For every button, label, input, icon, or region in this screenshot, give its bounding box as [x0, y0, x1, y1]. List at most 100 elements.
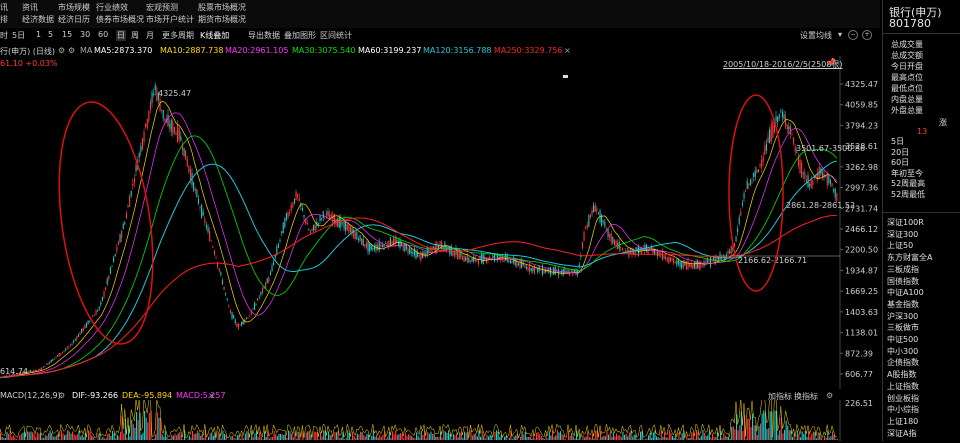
tb-30min[interactable]: 30: [80, 30, 90, 39]
macd-bar: [746, 439, 747, 440]
index-item[interactable]: 三板做市: [887, 322, 919, 333]
candle-body: [88, 321, 89, 325]
menu-item-market-scale[interactable]: 市场规模: [58, 2, 90, 14]
index-item[interactable]: 中小综指: [887, 404, 919, 415]
index-item[interactable]: 上证50: [887, 240, 913, 251]
macd-chart-svg[interactable]: 226.51: [0, 400, 880, 441]
candle-body: [105, 288, 106, 290]
macd-bar: [437, 437, 438, 440]
index-item[interactable]: 深证300: [887, 229, 918, 240]
tb-more-periods[interactable]: 更多周期: [162, 30, 194, 41]
menu-col-macro[interactable]: 宏观预测 市场开户统计: [146, 2, 194, 26]
candle-body: [67, 347, 68, 348]
gear-icon[interactable]: ⚙: [58, 391, 65, 400]
menu-item-stock-market[interactable]: 股票市场概况: [198, 2, 246, 14]
candle-body: [433, 247, 434, 249]
index-item[interactable]: 上证指数: [887, 381, 919, 392]
menu-item-industry-performance[interactable]: 行业绩效: [96, 2, 144, 14]
candlestick-chart[interactable]: 4325.474059.853794.233528.613262.982997.…: [0, 56, 880, 389]
candle-body: [766, 144, 767, 151]
menu-item-futures-market[interactable]: 期货市场概况: [198, 14, 246, 26]
macd-bar: [208, 437, 209, 440]
tb-export[interactable]: 导出数据: [248, 30, 280, 41]
index-item[interactable]: 中小300: [887, 346, 918, 357]
macd-bar: [157, 413, 158, 440]
macd-bar: [261, 437, 262, 440]
candle-body: [508, 261, 509, 262]
candle-body: [811, 179, 812, 187]
close-icon[interactable]: ×: [564, 46, 571, 55]
tb-15min[interactable]: 15: [62, 30, 72, 39]
tb-time[interactable]: 时: [0, 30, 8, 41]
candle-body: [248, 318, 249, 319]
macd-bar: [354, 436, 355, 440]
tb-month[interactable]: 月: [146, 30, 154, 41]
index-item[interactable]: A股指数: [887, 369, 916, 380]
candle-body: [209, 231, 210, 241]
ma-legend: 行(申万) (日线) ⚙ ⚙ MA MA5:2873.370 MA10:2887…: [0, 44, 880, 56]
menu-col-news[interactable]: 资讯 经济数据: [22, 2, 54, 26]
menu-item-bond-market[interactable]: 债券市场概况: [96, 14, 144, 26]
tb-1min[interactable]: 1: [36, 30, 41, 39]
candle-body: [772, 121, 773, 137]
index-item[interactable]: 三板成指: [887, 264, 919, 275]
menu-col-industry[interactable]: 行业绩效 债券市场概况: [96, 2, 144, 26]
candle-body: [611, 234, 612, 242]
candle-body: [260, 292, 261, 295]
pin-icon[interactable]: 📌: [826, 58, 836, 67]
settings-icon[interactable]: ⚙: [826, 391, 833, 400]
tb-overlay-shape[interactable]: 叠加图形: [284, 30, 316, 41]
candle-body: [664, 255, 665, 258]
macd-bar: [749, 419, 750, 440]
chevron-down-icon[interactable]: ▾: [838, 30, 842, 39]
tb-settings-ma[interactable]: 设置均线: [800, 30, 832, 41]
index-item[interactable]: 国债指数: [887, 276, 919, 287]
index-item[interactable]: 创业板指: [887, 393, 919, 404]
index-item[interactable]: 企债指数: [887, 357, 919, 368]
settings-icon[interactable]: ⚙: [68, 46, 75, 55]
index-item[interactable]: 东方财富全A: [887, 252, 932, 263]
menu-partial[interactable]: 讯 排: [0, 2, 8, 26]
index-item[interactable]: 中证500: [887, 334, 918, 345]
menu-item-economic-calendar[interactable]: 经济日历: [58, 14, 90, 26]
candle-body: [214, 250, 215, 254]
plus-icon[interactable]: +: [862, 30, 872, 40]
menu-col-overview[interactable]: 股票市场概况 期货市场概况: [198, 2, 246, 26]
tb-5min[interactable]: 5: [48, 30, 53, 39]
index-item[interactable]: 深证100R: [887, 217, 924, 228]
menu-item-economic-data[interactable]: 经济数据: [22, 14, 54, 26]
index-item[interactable]: 上证180: [887, 416, 918, 427]
stat-label: 总成交量: [891, 40, 923, 50]
index-item[interactable]: 基金指数: [887, 299, 919, 310]
menu-item-account-stats[interactable]: 市场开户统计: [146, 14, 194, 26]
macd-chart[interactable]: 226.51: [0, 400, 880, 441]
candle-body: [780, 111, 781, 112]
index-item[interactable]: 深证A指: [887, 428, 916, 439]
tb-60min[interactable]: 60: [98, 30, 108, 39]
index-item[interactable]: 沪深300: [887, 311, 918, 322]
candle-body: [558, 269, 559, 275]
macd-bar: [456, 434, 457, 440]
y-tick-label: 4325.47: [845, 80, 878, 89]
close-icon[interactable]: ×: [208, 391, 215, 400]
macd-bar: [664, 432, 665, 440]
menu-item-news[interactable]: 资讯: [22, 2, 54, 14]
candle-body: [481, 254, 482, 263]
tb-day[interactable]: 日: [116, 30, 126, 41]
menu-col-scale[interactable]: 市场规模 经济日历: [58, 2, 90, 26]
index-item[interactable]: 中证A100: [887, 287, 924, 298]
macd-bar: [130, 437, 131, 440]
ma30-value: MA30:3075.540: [292, 46, 355, 55]
gear-icon[interactable]: ⚙: [58, 46, 65, 55]
menu-item-macro-forecast[interactable]: 宏观预测: [146, 2, 194, 14]
minus-icon[interactable]: −: [848, 30, 858, 40]
ma60-value: MA60:3199.237: [358, 46, 421, 55]
tb-range-stats[interactable]: 区间统计: [320, 30, 352, 41]
macd-bar: [549, 431, 550, 440]
tb-5day[interactable]: 5日: [12, 30, 25, 41]
tb-kline-overlay[interactable]: K线叠加: [200, 30, 229, 41]
candle-body: [654, 251, 655, 254]
price-chart-svg[interactable]: 4325.474059.853794.233528.613262.982997.…: [0, 56, 880, 389]
candle-body: [585, 227, 586, 228]
tb-week[interactable]: 周: [131, 30, 139, 41]
